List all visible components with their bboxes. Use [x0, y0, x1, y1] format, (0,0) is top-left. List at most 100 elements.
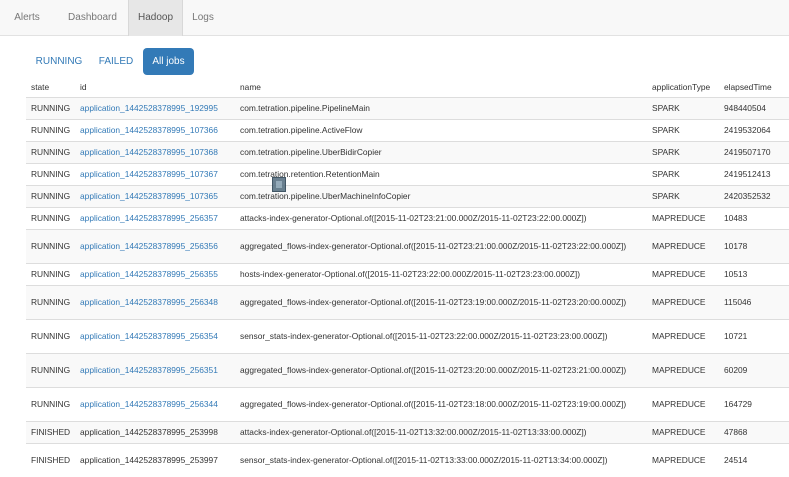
- cell-application-type: MAPREDUCE: [647, 388, 719, 422]
- cell-state: RUNNING: [26, 120, 75, 142]
- cell-application-type: MAPREDUCE: [647, 286, 719, 320]
- application-id-link[interactable]: application_1442528378995_107365: [80, 191, 218, 201]
- table-row: RUNNING application_1442528378995_256344 a…: [26, 388, 789, 422]
- application-id-link[interactable]: application_1442528378995_256357: [80, 213, 218, 223]
- cell-name: com.tetration.pipeline.PipelineMain: [235, 98, 647, 120]
- cell-elapsed-time: 10178: [719, 230, 789, 264]
- cell-id: application_1442528378995_256344: [75, 388, 235, 422]
- cell-state: RUNNING: [26, 320, 75, 354]
- cell-state: RUNNING: [26, 354, 75, 388]
- cell-name: com.tetration.retention.RetentionMain: [235, 164, 647, 186]
- filter-failed-pill[interactable]: FAILED: [94, 48, 138, 75]
- table-row: RUNNING application_1442528378995_107366 c…: [26, 120, 789, 142]
- application-id-link[interactable]: application_1442528378995_256351: [80, 365, 218, 375]
- table-header-row: state id name applicationType elapsedTim…: [26, 77, 789, 98]
- column-header-application-type[interactable]: applicationType: [647, 77, 719, 98]
- cell-application-type: MAPREDUCE: [647, 444, 719, 477]
- cell-elapsed-time: 10483: [719, 208, 789, 230]
- cell-elapsed-time: 164729: [719, 388, 789, 422]
- application-id-link[interactable]: application_1442528378995_256354: [80, 331, 218, 341]
- cell-application-type: MAPREDUCE: [647, 354, 719, 388]
- column-header-state[interactable]: state: [26, 77, 75, 98]
- application-id-link[interactable]: application_1442528378995_107368: [80, 147, 218, 157]
- application-id-link[interactable]: application_1442528378995_256355: [80, 269, 218, 279]
- tab-alerts[interactable]: Alerts: [0, 0, 54, 36]
- cell-application-type: SPARK: [647, 186, 719, 208]
- cell-name: sensor_stats-index-generator-Optional.of…: [235, 320, 647, 354]
- cell-id: application_1442528378995_192995: [75, 98, 235, 120]
- tab-logs[interactable]: Logs: [183, 0, 223, 36]
- tab-dashboard[interactable]: Dashboard: [59, 0, 126, 36]
- top-nav: Alerts Dashboard Hadoop Logs: [0, 0, 789, 36]
- cell-state: FINISHED: [26, 422, 75, 444]
- application-id-link[interactable]: application_1442528378995_256344: [80, 399, 218, 409]
- cell-name: com.tetration.pipeline.UberMachineInfoCo…: [235, 186, 647, 208]
- table-row: RUNNING application_1442528378995_192995 c…: [26, 98, 789, 120]
- cell-id: application_1442528378995_107366: [75, 120, 235, 142]
- application-id-link[interactable]: application_1442528378995_107366: [80, 125, 218, 135]
- cell-elapsed-time: 10721: [719, 320, 789, 354]
- table-row: RUNNINGapplication_1442528378995_256356a…: [26, 230, 789, 264]
- cell-name: hosts-index-generator-Optional.of([2015-…: [235, 264, 647, 286]
- cell-id: application_1442528378995_107368: [75, 142, 235, 164]
- cell-id: application_1442528378995_256351: [75, 354, 235, 388]
- cell-name: aggregated_flows-index-generator-Optiona…: [235, 388, 647, 422]
- cell-name: com.tetration.pipeline.UberBidirCopier: [235, 142, 647, 164]
- cell-elapsed-time: 948440504: [719, 98, 789, 120]
- cell-name: com.tetration.pipeline.ActiveFlow: [235, 120, 647, 142]
- cell-id: application_1442528378995_107367: [75, 164, 235, 186]
- table-row: RUNNING application_1442528378995_256355 h…: [26, 264, 789, 286]
- cell-state: RUNNING: [26, 98, 75, 120]
- cell-application-type: SPARK: [647, 142, 719, 164]
- cell-state: FINISHED: [26, 444, 75, 477]
- cell-application-type: MAPREDUCE: [647, 208, 719, 230]
- application-id-text: application_1442528378995_253997: [80, 455, 218, 465]
- cell-state: RUNNING: [26, 186, 75, 208]
- cell-state: RUNNING: [26, 264, 75, 286]
- cell-elapsed-time: 2419532064: [719, 120, 789, 142]
- cell-elapsed-time: 60209: [719, 354, 789, 388]
- cell-application-type: MAPREDUCE: [647, 264, 719, 286]
- applications-table: state id name applicationType elapsedTim…: [26, 77, 789, 477]
- column-header-id[interactable]: id: [75, 77, 235, 98]
- cell-id: application_1442528378995_256356: [75, 230, 235, 264]
- table-row: RUNNING application_1442528378995_107365 c…: [26, 186, 789, 208]
- column-header-elapsed-time[interactable]: elapsedTime: [719, 77, 789, 98]
- cell-id: application_1442528378995_256357: [75, 208, 235, 230]
- table-row: FINISHEDapplication_1442528378995_253998…: [26, 422, 789, 444]
- cell-elapsed-time: 2420352532: [719, 186, 789, 208]
- cell-id: application_1442528378995_256348: [75, 286, 235, 320]
- table-row: RUNNING application_1442528378995_107368 c…: [26, 142, 789, 164]
- cell-application-type: SPARK: [647, 120, 719, 142]
- cell-id: application_1442528378995_253997: [75, 444, 235, 477]
- cell-elapsed-time: 10513: [719, 264, 789, 286]
- cell-application-type: SPARK: [647, 164, 719, 186]
- filter-running-pill[interactable]: RUNNING: [28, 48, 90, 75]
- cell-application-type: MAPREDUCE: [647, 230, 719, 264]
- table-row: RUNNINGapplication_1442528378995_256351a…: [26, 354, 789, 388]
- application-id-link[interactable]: application_1442528378995_256348: [80, 297, 218, 307]
- cell-state: RUNNING: [26, 208, 75, 230]
- cell-application-type: MAPREDUCE: [647, 422, 719, 444]
- cell-state: RUNNING: [26, 388, 75, 422]
- application-id-link[interactable]: application_1442528378995_107367: [80, 169, 218, 179]
- table-row: RUNNINGapplication_1442528378995_256348a…: [26, 286, 789, 320]
- filter-all-jobs-pill[interactable]: All jobs: [143, 48, 194, 75]
- cursor-inner: [276, 181, 282, 188]
- cell-id: application_1442528378995_256354: [75, 320, 235, 354]
- table-row: RUNNING application_1442528378995_256354 s…: [26, 320, 789, 354]
- tab-hadoop[interactable]: Hadoop: [128, 0, 183, 36]
- cell-state: RUNNING: [26, 164, 75, 186]
- table-row: RUNNING application_1442528378995_107367 c…: [26, 164, 789, 186]
- application-id-link[interactable]: application_1442528378995_256356: [80, 241, 218, 251]
- cell-name: aggregated_flows-index-generator-Optiona…: [235, 230, 647, 264]
- cell-id: application_1442528378995_253998: [75, 422, 235, 444]
- cell-state: RUNNING: [26, 142, 75, 164]
- table-row: FINISHED application_1442528378995_253997…: [26, 444, 789, 477]
- cell-name: aggregated_flows-index-generator-Optiona…: [235, 286, 647, 320]
- column-header-name[interactable]: name: [235, 77, 647, 98]
- cell-elapsed-time: 24514: [719, 444, 789, 477]
- application-id-link[interactable]: application_1442528378995_192995: [80, 103, 218, 113]
- cell-application-type: MAPREDUCE: [647, 320, 719, 354]
- cell-application-type: SPARK: [647, 98, 719, 120]
